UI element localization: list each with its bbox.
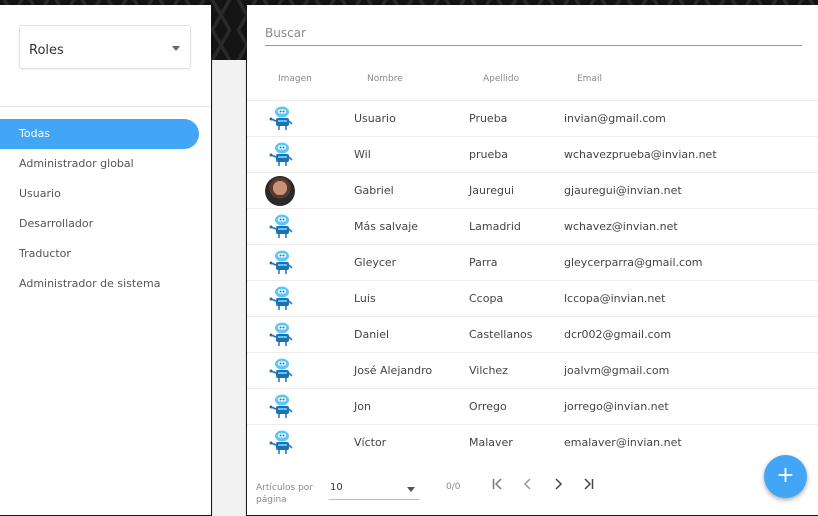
- sidebar-item-administrador-de-sistema[interactable]: Administrador de sistema: [0, 269, 199, 299]
- cell-email: gleycerparra@gmail.com: [564, 256, 703, 269]
- cell-nombre: Víctor: [354, 436, 387, 449]
- chevron-left-icon: [523, 478, 531, 490]
- cell-nombre: Daniel: [354, 328, 390, 341]
- bot-avatar-icon: [269, 142, 293, 166]
- sidebar-item-todas[interactable]: Todas: [0, 119, 199, 149]
- cell-email: emalaver@invian.net: [564, 436, 682, 449]
- cell-apellido: prueba: [469, 148, 508, 161]
- page-background: [212, 60, 246, 516]
- cell-nombre: Jon: [354, 400, 371, 413]
- sidebar-item-label: Todas: [19, 127, 51, 140]
- sidebar-item-label: Desarrollador: [19, 217, 94, 230]
- table-row[interactable]: Luis Ccopa lccopa@invian.net: [247, 280, 818, 317]
- roles-select-value: Roles: [29, 43, 64, 58]
- bot-avatar-icon: [269, 106, 293, 130]
- next-page-button[interactable]: [547, 477, 569, 499]
- cell-email: joalvm@gmail.com: [564, 364, 670, 377]
- table-row[interactable]: José Alejandro Vilchez joalvm@gmail.com: [247, 352, 818, 389]
- last-page-icon: [584, 478, 594, 490]
- cell-apellido: Jauregui: [469, 184, 515, 197]
- table-row[interactable]: Wil prueba wchavezprueba@invian.net: [247, 136, 818, 173]
- sidebar-item-label: Usuario: [19, 187, 61, 200]
- column-header-nombre[interactable]: Nombre: [367, 74, 403, 84]
- cell-apellido: Vilchez: [469, 364, 508, 377]
- sidebar-divider: [0, 106, 211, 107]
- cell-email: gjauregui@invian.net: [564, 184, 682, 197]
- previous-page-button[interactable]: [517, 477, 539, 499]
- cell-nombre: Wil: [354, 148, 371, 161]
- page-size-select[interactable]: 10: [329, 479, 419, 500]
- table-row[interactable]: Gabriel Jauregui gjauregui@invian.net: [247, 172, 818, 209]
- table-row[interactable]: Usuario Prueba invian@gmail.com: [247, 100, 818, 137]
- sidebar-item-label: Traductor: [19, 247, 71, 260]
- search-placeholder: Buscar: [265, 26, 306, 40]
- table-row[interactable]: Daniel Castellanos dcr002@gmail.com: [247, 316, 818, 353]
- cell-apellido: Parra: [469, 256, 498, 269]
- page-range-label: 0/0: [446, 482, 461, 492]
- cell-nombre: Gabriel: [354, 184, 394, 197]
- first-page-icon: [492, 478, 502, 490]
- cell-email: wchavezprueba@invian.net: [564, 148, 717, 161]
- cell-apellido: Malaver: [469, 436, 513, 449]
- plus-icon: +: [776, 463, 795, 488]
- table-row[interactable]: Más salvaje Lamadrid wchavez@invian.net: [247, 208, 818, 245]
- cell-nombre: José Alejandro: [354, 364, 433, 377]
- bot-avatar-icon: [269, 358, 293, 382]
- chevron-right-icon: [555, 478, 563, 490]
- cell-nombre: Más salvaje: [354, 220, 419, 233]
- bot-avatar-icon: [269, 430, 293, 454]
- search-input[interactable]: Buscar: [265, 25, 802, 46]
- roles-sidebar: Roles Todas Administrador global Usuario…: [0, 5, 211, 515]
- cell-apellido: Ccopa: [469, 292, 504, 305]
- cell-email: lccopa@invian.net: [564, 292, 666, 305]
- cell-email: jorrego@invian.net: [564, 400, 669, 413]
- table-row[interactable]: Jon Orrego jorrego@invian.net: [247, 388, 818, 425]
- users-table-card: Buscar Imagen Nombre Apellido Email Usua…: [247, 5, 818, 515]
- sidebar-item-desarrollador[interactable]: Desarrollador: [0, 209, 199, 239]
- bot-avatar-icon: [269, 214, 293, 238]
- bot-avatar-icon: [269, 394, 293, 418]
- cell-email: invian@gmail.com: [564, 112, 666, 125]
- cell-email: dcr002@gmail.com: [564, 328, 672, 341]
- last-page-button[interactable]: [577, 477, 599, 499]
- cell-email: wchavez@invian.net: [564, 220, 678, 233]
- bot-avatar-icon: [269, 250, 293, 274]
- bot-avatar-icon: [269, 322, 293, 346]
- cell-nombre: Luis: [354, 292, 376, 305]
- cell-apellido: Prueba: [469, 112, 508, 125]
- column-header-imagen[interactable]: Imagen: [278, 74, 312, 84]
- sidebar-item-label: Administrador global: [19, 157, 134, 170]
- table-row[interactable]: Gleycer Parra gleycerparra@gmail.com: [247, 244, 818, 281]
- sidebar-item-usuario[interactable]: Usuario: [0, 179, 199, 209]
- column-header-apellido[interactable]: Apellido: [483, 74, 519, 84]
- chevron-down-icon: [407, 487, 415, 492]
- cell-nombre: Gleycer: [354, 256, 397, 269]
- page-size-value: 10: [330, 482, 343, 493]
- column-header-email[interactable]: Email: [577, 74, 602, 84]
- sidebar-item-label: Administrador de sistema: [19, 277, 161, 290]
- sidebar-item-administrador-global[interactable]: Administrador global: [0, 149, 199, 179]
- chevron-down-icon: [172, 46, 180, 51]
- bot-avatar-icon: [269, 286, 293, 310]
- first-page-button[interactable]: [487, 477, 509, 499]
- user-photo-avatar: [265, 176, 295, 206]
- cell-nombre: Usuario: [354, 112, 396, 125]
- items-per-page-label: Artículos por página: [256, 483, 314, 505]
- cell-apellido: Lamadrid: [469, 220, 521, 233]
- cell-apellido: Castellanos: [469, 328, 533, 341]
- roles-select[interactable]: Roles: [19, 25, 191, 69]
- table-row[interactable]: Víctor Malaver emalaver@invian.net: [247, 424, 818, 461]
- cell-apellido: Orrego: [469, 400, 507, 413]
- add-user-button[interactable]: +: [764, 455, 807, 498]
- sidebar-item-traductor[interactable]: Traductor: [0, 239, 199, 269]
